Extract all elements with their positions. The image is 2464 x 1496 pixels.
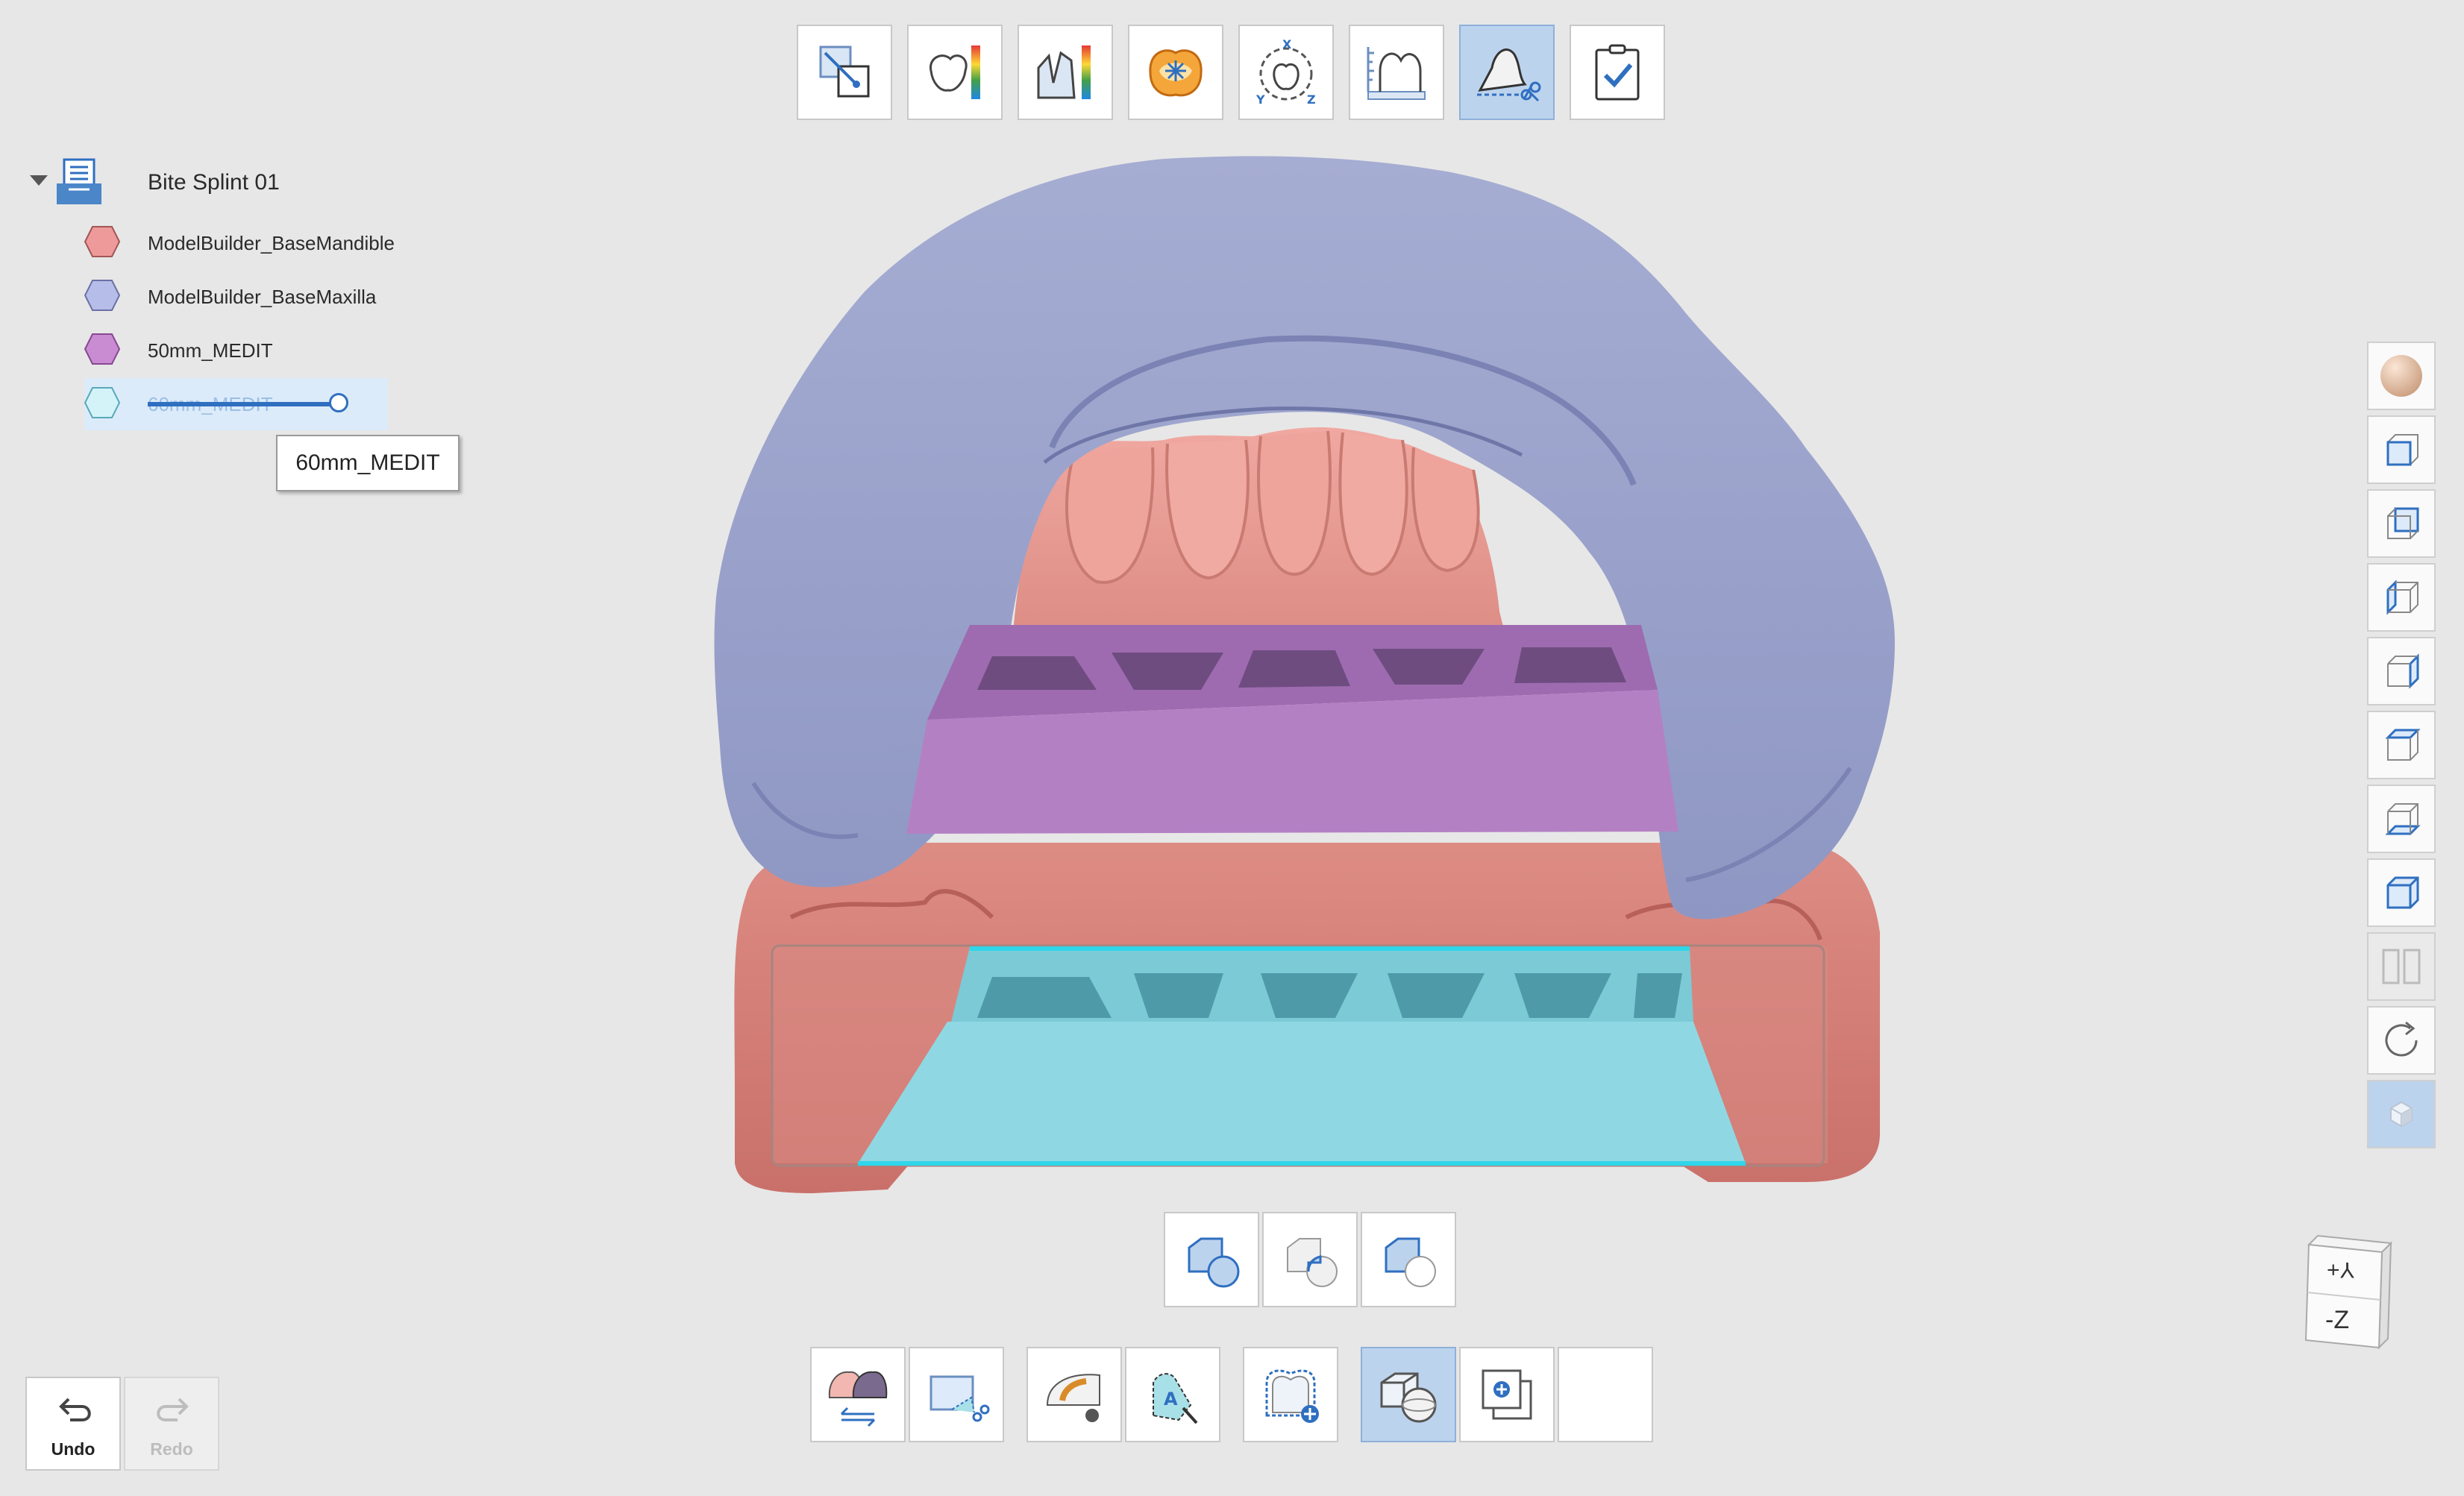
view-reset-button[interactable]: [2367, 1006, 2436, 1075]
undo-button[interactable]: Undo: [25, 1377, 121, 1471]
undo-label: Undo: [51, 1439, 95, 1459]
redo-button[interactable]: Redo: [124, 1377, 219, 1471]
redo-icon: [157, 1398, 189, 1421]
view-split-button[interactable]: [2367, 932, 2436, 1001]
undo-icon: [59, 1398, 91, 1421]
texture-toggle-button[interactable]: [2367, 342, 2436, 410]
margin-fill-icon: [1046, 1374, 1100, 1422]
redo-label: Redo: [150, 1439, 193, 1459]
cube-back-icon: [2387, 507, 2419, 539]
orientation-front-label: -Z: [2325, 1306, 2350, 1334]
swap-jaw-button[interactable]: [810, 1347, 906, 1442]
view-top-button[interactable]: [2367, 711, 2436, 779]
jaw-swap-icon: [828, 1371, 888, 1427]
rotate-icon: [2385, 1021, 2418, 1057]
cube-right-icon: [2387, 653, 2419, 689]
split-view-icon: [2382, 949, 2421, 984]
view-left-button[interactable]: [2367, 563, 2436, 632]
view-solid-button[interactable]: [2367, 1080, 2436, 1148]
union-shapes-icon: [1188, 1237, 1240, 1288]
sphere-icon: [2380, 355, 2422, 397]
empty-tool-slot: [1558, 1347, 1653, 1442]
block-60mm-model[interactable]: [858, 946, 1746, 1166]
solid-cube-icon: [2390, 1101, 2413, 1128]
boolean-cube-sphere-icon: [1380, 1372, 1437, 1423]
copy-add-icon: [1482, 1369, 1532, 1420]
cube-front-icon: [2386, 434, 2418, 466]
view-right-button[interactable]: [2367, 637, 2436, 705]
block-50mm-model[interactable]: [906, 625, 1678, 834]
crop-scissors-icon: [930, 1375, 990, 1422]
cube-iso-icon: [2386, 876, 2419, 909]
boolean-tool-button[interactable]: [1361, 1347, 1456, 1442]
cube-top-icon: [2385, 729, 2421, 761]
view-back-button[interactable]: [2367, 489, 2436, 558]
crop-trim-button[interactable]: [909, 1347, 1004, 1442]
add-offset-button[interactable]: [1243, 1347, 1338, 1442]
text-emboss-button[interactable]: A: [1125, 1347, 1220, 1442]
text-tool-icon: A: [1153, 1373, 1198, 1424]
view-bottom-button[interactable]: [2367, 785, 2436, 853]
boolean-intersect-button[interactable]: [1262, 1212, 1358, 1307]
boolean-subtract-button[interactable]: [1361, 1212, 1456, 1307]
view-front-button[interactable]: [2367, 415, 2436, 484]
orientation-top-label: Y+: [2327, 1257, 2355, 1282]
offset-add-icon: [1265, 1369, 1319, 1423]
cube-left-icon: [2386, 579, 2418, 615]
intersect-shapes-icon: [1287, 1238, 1338, 1287]
orientation-cube[interactable]: Y+ -Z: [2301, 1234, 2395, 1352]
duplicate-button[interactable]: [1459, 1347, 1555, 1442]
boolean-union-button[interactable]: [1164, 1212, 1259, 1307]
svg-text:A: A: [1164, 1389, 1178, 1409]
subtract-shapes-icon: [1385, 1237, 1436, 1287]
view-iso-button[interactable]: [2367, 858, 2436, 927]
cube-bottom-icon: [2385, 803, 2421, 835]
fill-holes-button[interactable]: [1026, 1347, 1122, 1442]
